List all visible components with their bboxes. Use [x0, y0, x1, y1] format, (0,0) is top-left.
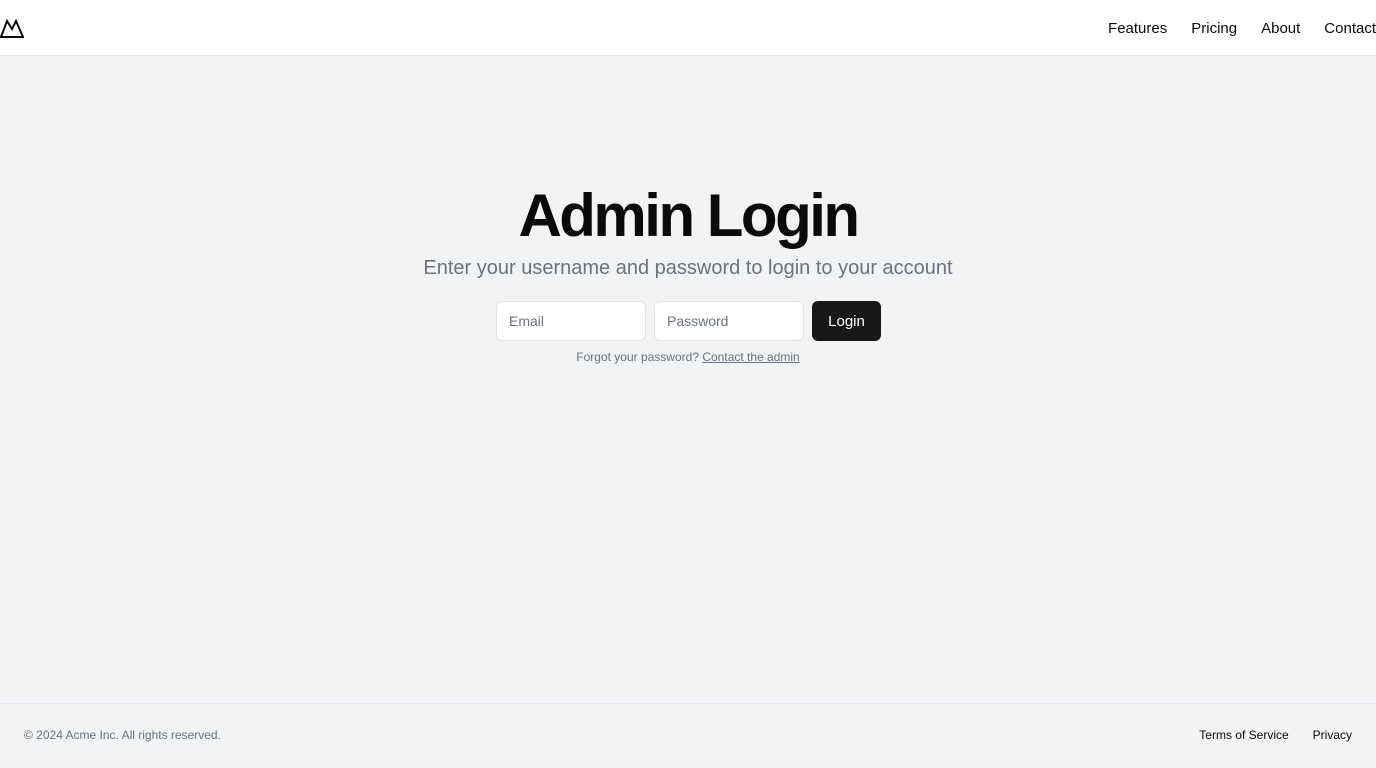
email-field[interactable] [496, 301, 646, 341]
footer-link-terms[interactable]: Terms of Service [1199, 728, 1288, 742]
login-button[interactable]: Login [812, 301, 881, 341]
site-footer: © 2024 Acme Inc. All rights reserved. Te… [0, 703, 1376, 768]
contact-admin-link[interactable]: Contact the admin [702, 350, 799, 364]
main-nav: Features Pricing About Contact [1108, 0, 1376, 56]
mountain-icon[interactable] [0, 16, 25, 40]
login-form: Login [496, 301, 881, 341]
password-field[interactable] [654, 301, 804, 341]
forgot-password-label: Forgot your password? [576, 350, 699, 364]
forgot-password-text: Forgot your password? Contact the admin [0, 349, 1376, 365]
footer-link-privacy[interactable]: Privacy [1313, 728, 1352, 742]
page-subtitle: Enter your username and password to logi… [423, 257, 953, 279]
page-title: Admin Login [518, 182, 860, 249]
nav-link-contact[interactable]: Contact [1324, 20, 1376, 37]
nav-link-features[interactable]: Features [1108, 20, 1167, 37]
copyright-text: © 2024 Acme Inc. All rights reserved. [24, 728, 221, 742]
nav-link-pricing[interactable]: Pricing [1191, 20, 1237, 37]
footer-nav: Terms of Service Privacy [1199, 728, 1352, 742]
nav-link-about[interactable]: About [1261, 20, 1300, 37]
site-header: Features Pricing About Contact [0, 0, 1376, 56]
main-content: Admin Login Enter your username and pass… [0, 56, 1376, 703]
